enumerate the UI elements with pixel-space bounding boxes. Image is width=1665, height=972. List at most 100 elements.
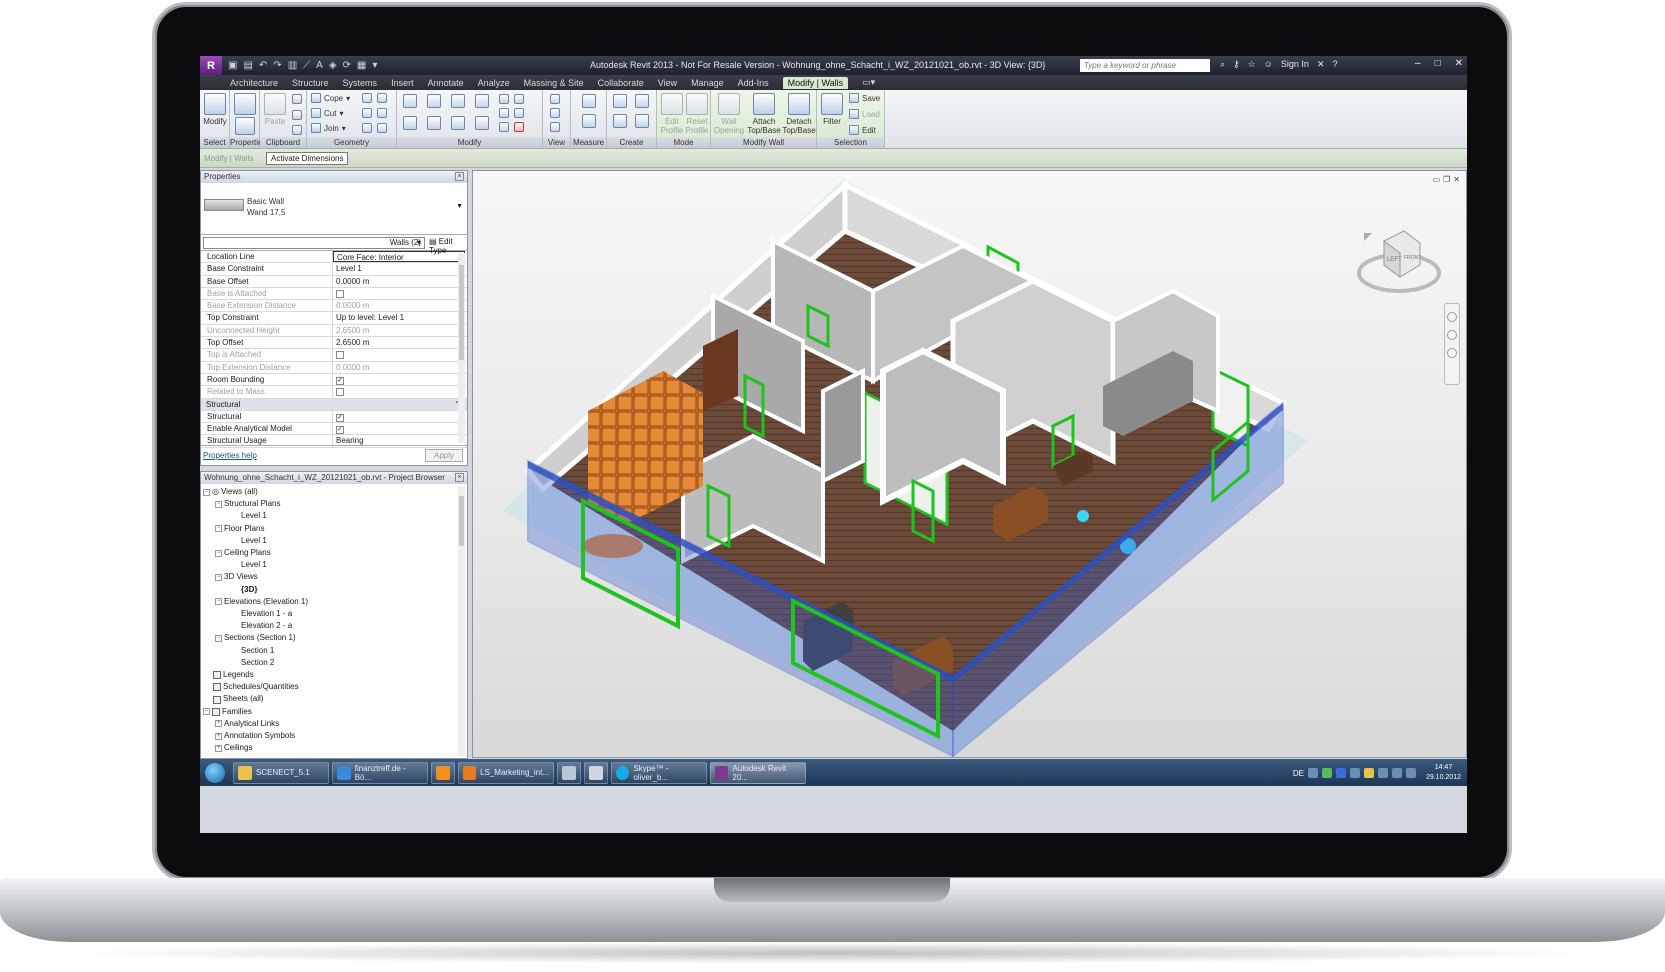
taskbar-item[interactable]: SCENECT_5.1 [233,761,329,784]
trim-icon[interactable] [475,116,489,130]
search-input[interactable]: Type a keyword or phrase [1080,59,1210,72]
property-row[interactable]: Structural ✓ [201,410,467,424]
override-icon[interactable] [550,108,560,118]
checkbox-checked[interactable]: ✓ [336,376,344,385]
linework-icon[interactable] [550,122,560,132]
dimension-icon[interactable] [582,114,596,128]
tab-add-ins[interactable]: Add-Ins [738,78,769,88]
apply-button[interactable]: Apply [425,449,463,462]
tree-item[interactable]: Legends [203,669,467,681]
tree-item[interactable]: Schedules/Quantities [203,681,467,693]
similar-icon[interactable] [635,114,649,128]
taskbar-item[interactable]: finanztreff.de - Bö... [332,761,428,784]
taskbar-item[interactable] [584,761,608,784]
tab-analyze[interactable]: Analyze [478,78,510,88]
taskbar-item-active[interactable]: Autodesk Revit 20... [710,761,806,784]
copy-icon[interactable] [292,110,302,120]
property-row[interactable]: Base Offset 0.0000 m [201,275,467,288]
taskbar-item[interactable] [557,761,581,784]
tree-item[interactable]: Elevation 1 - a [203,608,467,620]
language-indicator[interactable]: DE [1293,769,1304,778]
steering-wheel-icon[interactable] [1447,312,1457,322]
tray-icon[interactable] [1363,768,1374,778]
paste-button[interactable]: Paste [261,93,289,135]
tree-item[interactable]: − ◎ Views (all) [203,486,467,498]
instance-filter-select[interactable]: Walls (2) ▾ [203,237,425,249]
cope-button[interactable]: Cope ▾ [311,93,350,103]
scroll-thumb[interactable] [459,496,464,546]
tree-item[interactable]: + Ceilings [203,742,467,754]
tree-item[interactable]: Elevation 2 - a [203,620,467,632]
sync-icon[interactable]: ⟳ [343,60,351,71]
minimize-icon[interactable]: – [1415,58,1421,69]
pin-icon[interactable] [514,108,524,118]
properties-button[interactable] [231,93,259,135]
3d-view-icon[interactable]: ◈ [329,60,337,71]
hammer-icon[interactable] [377,123,387,133]
tree-item[interactable]: Sheets (all) [203,693,467,705]
tab-massing-site[interactable]: Massing & Site [524,78,584,88]
tab-manage[interactable]: Manage [691,78,724,88]
tree-item[interactable]: + Annotation Symbols [203,730,467,742]
chevron-down-icon[interactable]: ▼ [456,203,463,210]
undo-icon[interactable]: ↶ [259,60,267,71]
close-palette-icon[interactable]: × [455,172,464,181]
paint-icon[interactable] [377,93,387,103]
binoculars-icon[interactable]: ⌕ [1220,59,1225,70]
start-button[interactable] [200,759,230,786]
navigation-bar[interactable] [1444,303,1460,385]
3d-viewport[interactable]: ▭ ❐ ✕ LEFT FRONT [472,170,1467,758]
create-group-icon[interactable] [613,114,627,128]
battery-icon[interactable] [1405,768,1416,778]
offset-icon[interactable] [427,94,441,108]
sign-in-link[interactable]: Sign In [1281,59,1309,70]
tree-item[interactable]: Level 1 [203,510,467,522]
scale-icon[interactable] [499,108,509,118]
property-value-field[interactable]: Core Face: Interior [333,251,465,263]
properties-scrollbar[interactable] [458,253,465,443]
unpin-icon[interactable] [499,122,509,132]
hide-icon[interactable] [550,94,560,104]
print-icon[interactable]: ▥ [288,60,297,71]
tab-modify-walls[interactable]: Modify | Walls [782,76,849,89]
close-icon[interactable]: ✕ [1453,175,1460,184]
property-row[interactable]: Room Bounding ✓ [201,373,467,387]
ribbon-minimize-icon[interactable]: ▭▾ [862,77,875,88]
property-row[interactable]: Enable Analytical Model ✓ [201,423,467,436]
home-icon[interactable] [1364,233,1372,241]
split-face-icon[interactable] [362,93,372,103]
star-icon[interactable]: ☆ [1248,59,1256,70]
tab-structure[interactable]: Structure [292,78,329,88]
tree-item[interactable]: − Ceiling Plans [203,547,467,559]
tab-insert[interactable]: Insert [391,78,414,88]
taskbar-item[interactable]: Skype™ - oliver_b... [611,761,707,784]
tray-icon[interactable] [1307,768,1318,778]
orbit-icon[interactable] [1447,348,1457,358]
volume-icon[interactable] [1391,768,1402,778]
tree-item-active[interactable]: {3D} [203,584,467,596]
tree-item[interactable]: − Sections (Section 1) [203,632,467,644]
tree-item[interactable]: Section 2 [203,657,467,669]
tree-item[interactable]: − Structural Plans [203,498,467,510]
tab-view[interactable]: View [658,78,677,88]
detach-top-base-button[interactable]: Detach Top/Base [782,93,816,135]
3d-model[interactable] [473,171,1467,758]
save-icon[interactable]: ▤ [243,60,252,71]
activate-dimensions-button[interactable]: Activate Dimensions [266,152,349,165]
tree-item[interactable]: − Families [203,706,467,718]
redo-icon[interactable]: ↷ [273,60,281,71]
cut-button[interactable]: Cut ▾ [311,108,343,118]
taskbar-item[interactable]: LS_Marketing_int... [458,761,554,784]
edit-selection-button[interactable]: Edit [849,125,876,135]
taskbar-item[interactable] [431,761,455,784]
text-icon[interactable]: A [316,60,323,71]
exchange-icon[interactable]: ✕ [1317,59,1325,70]
delete-icon[interactable] [514,122,524,132]
viewcube[interactable]: LEFT FRONT [1354,221,1444,301]
copy-element-icon[interactable] [427,116,441,130]
mirror-draw-icon[interactable] [475,94,489,108]
cut-clip-icon[interactable] [292,94,302,104]
tree-item[interactable]: Level 1 [203,535,467,547]
type-selector[interactable]: Basic Wall Wand 17,5 ▼ [201,183,467,235]
checkbox-checked[interactable]: ✓ [336,426,344,435]
